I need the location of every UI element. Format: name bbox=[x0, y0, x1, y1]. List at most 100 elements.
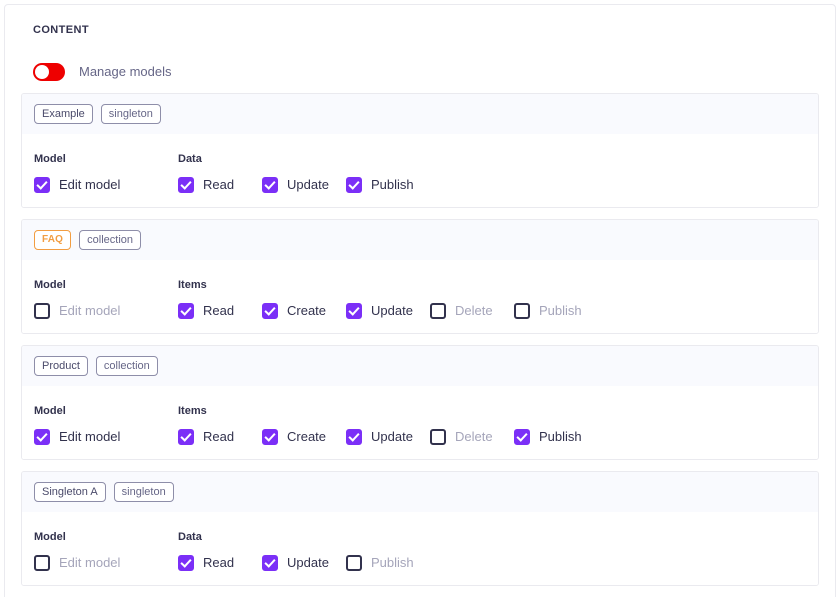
permission-update[interactable]: Update bbox=[346, 429, 430, 445]
model-card-header: FAQ collection bbox=[22, 220, 818, 260]
model-kind-badge: singleton bbox=[100, 104, 161, 124]
action-permission-group: Data Read Update Publish bbox=[178, 530, 806, 571]
checkbox-checked-icon[interactable] bbox=[262, 177, 278, 193]
permission-label: Publish bbox=[371, 177, 414, 192]
checkbox-checked-icon[interactable] bbox=[178, 555, 194, 571]
permission-label: Update bbox=[371, 303, 413, 318]
checkbox-checked-icon[interactable] bbox=[178, 429, 194, 445]
permission-publish[interactable]: Publish bbox=[514, 429, 598, 445]
checkbox-checked-icon[interactable] bbox=[262, 429, 278, 445]
model-card-header: Singleton A singleton bbox=[22, 472, 818, 512]
permission-label: Read bbox=[203, 429, 235, 444]
checkbox-unchecked-icon[interactable] bbox=[514, 303, 530, 319]
checkbox-unchecked-icon[interactable] bbox=[430, 303, 446, 319]
checkbox-checked-icon[interactable] bbox=[514, 429, 530, 445]
permission-edit model[interactable]: Edit model bbox=[34, 303, 120, 319]
model-kind-badge: singleton bbox=[113, 482, 174, 502]
permission-update[interactable]: Update bbox=[262, 555, 346, 571]
permission-label: Delete bbox=[455, 303, 493, 318]
permission-label: Publish bbox=[539, 429, 582, 444]
permission-edit model[interactable]: Edit model bbox=[34, 429, 120, 445]
permission-delete[interactable]: Delete bbox=[430, 303, 514, 319]
permission-label: Publish bbox=[371, 555, 414, 570]
permission-read[interactable]: Read bbox=[178, 177, 262, 193]
group-title: Model bbox=[34, 405, 66, 417]
content-permissions-panel: CONTENT Manage models Example singleton Mo… bbox=[4, 4, 836, 597]
permission-update[interactable]: Update bbox=[346, 303, 430, 319]
checkbox-checked-icon[interactable] bbox=[178, 303, 194, 319]
permission-label: Edit model bbox=[59, 429, 121, 444]
checkbox-checked-icon[interactable] bbox=[346, 429, 362, 445]
model-card-body: Model Edit model Data Read Update Publish bbox=[22, 134, 818, 207]
model-permission-row: Edit model bbox=[34, 429, 178, 445]
permission-publish[interactable]: Publish bbox=[346, 177, 430, 193]
model-name-badge: FAQ bbox=[34, 230, 72, 250]
model-name-badge: Product bbox=[34, 356, 88, 376]
model-permission-cards: Example singleton Model Edit model Data Read U… bbox=[21, 93, 819, 586]
checkbox-unchecked-icon[interactable] bbox=[34, 303, 50, 319]
permission-delete[interactable]: Delete bbox=[430, 429, 514, 445]
permission-edit model[interactable]: Edit model bbox=[34, 177, 120, 193]
model-card-body: Model Edit model Data Read Update Publish bbox=[22, 512, 818, 585]
checkbox-unchecked-icon[interactable] bbox=[430, 429, 446, 445]
group-title: Model bbox=[34, 153, 66, 165]
permission-label: Delete bbox=[455, 429, 493, 444]
permission-create[interactable]: Create bbox=[262, 303, 346, 319]
model-permission-group: Model Edit model bbox=[34, 152, 178, 193]
model-permission-group: Model Edit model bbox=[34, 278, 178, 319]
action-permission-group: Data Read Update Publish bbox=[178, 152, 806, 193]
model-card-header: Product collection bbox=[22, 346, 818, 386]
permission-label: Update bbox=[371, 429, 413, 444]
group-title: Model bbox=[34, 279, 66, 291]
toggle-knob bbox=[35, 65, 49, 79]
group-title: Model bbox=[34, 531, 66, 543]
model-card: FAQ collection Model Edit model Items Read Cre… bbox=[21, 219, 819, 334]
model-card-body: Model Edit model Items Read Create Update Dele… bbox=[22, 260, 818, 333]
page-title: CONTENT bbox=[33, 24, 89, 36]
checkbox-unchecked-icon[interactable] bbox=[346, 555, 362, 571]
checkbox-checked-icon[interactable] bbox=[178, 177, 194, 193]
manage-models-label: Manage models bbox=[79, 64, 172, 79]
checkbox-checked-icon[interactable] bbox=[262, 555, 278, 571]
permission-label: Edit model bbox=[59, 303, 121, 318]
permission-publish[interactable]: Publish bbox=[346, 555, 430, 571]
model-card-body: Model Edit model Items Read Create Update Dele… bbox=[22, 386, 818, 459]
action-permission-group: Items Read Create Update Delete Publish bbox=[178, 278, 806, 319]
checkbox-checked-icon[interactable] bbox=[346, 303, 362, 319]
action-permission-row: Read Create Update Delete Publish bbox=[178, 429, 806, 445]
model-name-badge: Singleton A bbox=[34, 482, 106, 502]
model-card: Example singleton Model Edit model Data Read U… bbox=[21, 93, 819, 208]
model-permission-group: Model Edit model bbox=[34, 404, 178, 445]
checkbox-checked-icon[interactable] bbox=[34, 429, 50, 445]
checkbox-checked-icon[interactable] bbox=[262, 303, 278, 319]
permission-label: Update bbox=[287, 177, 329, 192]
action-permission-group: Items Read Create Update Delete Publish bbox=[178, 404, 806, 445]
permission-label: Read bbox=[203, 555, 235, 570]
permission-publish[interactable]: Publish bbox=[514, 303, 598, 319]
group-title: Data bbox=[178, 153, 202, 165]
permission-read[interactable]: Read bbox=[178, 429, 262, 445]
model-permission-row: Edit model bbox=[34, 303, 178, 319]
checkbox-checked-icon[interactable] bbox=[346, 177, 362, 193]
permission-label: Create bbox=[287, 303, 327, 318]
permission-read[interactable]: Read bbox=[178, 555, 262, 571]
permission-create[interactable]: Create bbox=[262, 429, 346, 445]
permissions-page: CONTENT Manage models Example singleton Mo… bbox=[0, 0, 840, 597]
permission-label: Read bbox=[203, 177, 235, 192]
permission-read[interactable]: Read bbox=[178, 303, 262, 319]
permission-edit model[interactable]: Edit model bbox=[34, 555, 120, 571]
checkbox-checked-icon[interactable] bbox=[34, 177, 50, 193]
permission-label: Read bbox=[203, 303, 235, 318]
action-permission-row: Read Update Publish bbox=[178, 555, 806, 571]
manage-models-toggle[interactable] bbox=[33, 63, 65, 81]
permission-label: Edit model bbox=[59, 177, 121, 192]
model-card-header: Example singleton bbox=[22, 94, 818, 134]
action-permission-row: Read Create Update Delete Publish bbox=[178, 303, 806, 319]
checkbox-unchecked-icon[interactable] bbox=[34, 555, 50, 571]
model-permission-row: Edit model bbox=[34, 177, 178, 193]
permission-label: Update bbox=[287, 555, 329, 570]
group-title: Data bbox=[178, 531, 202, 543]
model-name-badge: Example bbox=[34, 104, 93, 124]
group-title: Items bbox=[178, 279, 207, 291]
permission-update[interactable]: Update bbox=[262, 177, 346, 193]
